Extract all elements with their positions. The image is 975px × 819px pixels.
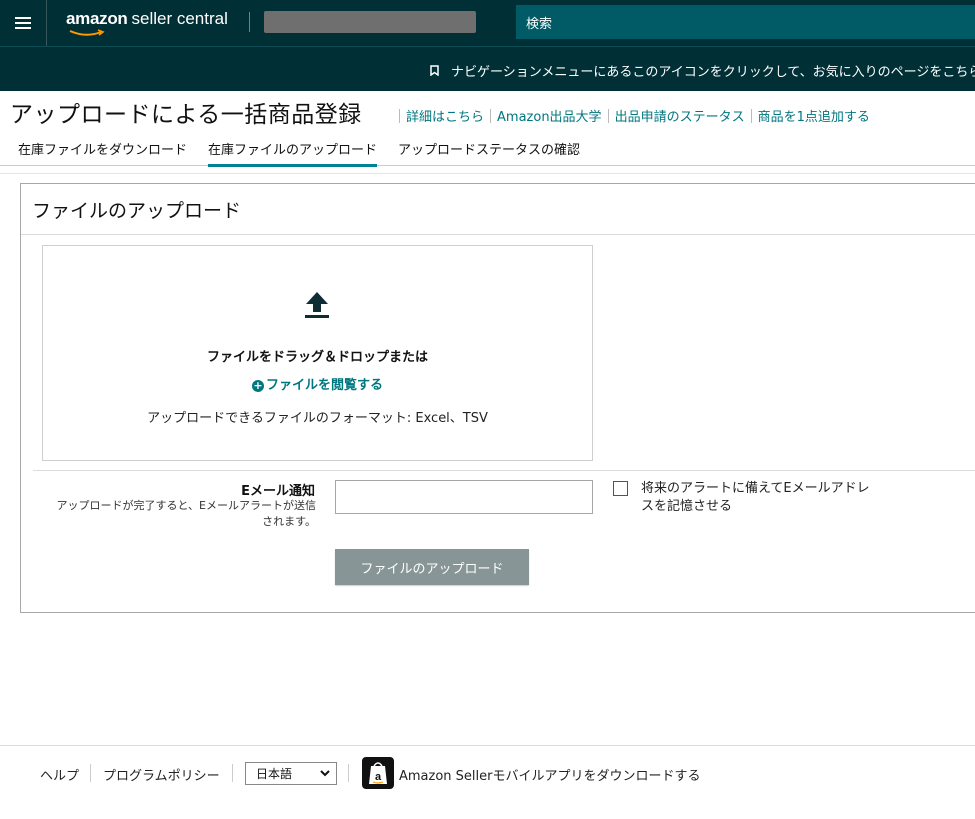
link-separator bbox=[399, 108, 400, 123]
logo-product: seller central bbox=[131, 9, 228, 28]
page-title: アップロードによる一括商品登録 bbox=[10, 102, 362, 128]
language-select[interactable]: 日本語 bbox=[245, 762, 337, 785]
email-notification-label: Eメール通知 bbox=[241, 484, 315, 499]
browse-files-label: ファイルを閲覧する bbox=[265, 378, 383, 393]
file-dropzone[interactable]: ファイルをドラッグ＆ドロップまたは + ファイルを閲覧する アップロードできるファ… bbox=[42, 245, 593, 461]
footer-separator bbox=[90, 764, 91, 782]
add-single-product-link[interactable]: 商品を1点追加する bbox=[758, 106, 870, 125]
remember-email-label: 将来のアラートに備えてEメールアドレスを記憶させる bbox=[641, 481, 870, 514]
browse-files-link[interactable]: + ファイルを閲覧する bbox=[43, 374, 592, 393]
tab-upload-inventory-file[interactable]: 在庫ファイルのアップロード bbox=[208, 139, 378, 167]
hamburger-icon bbox=[15, 17, 31, 29]
logo-divider bbox=[249, 12, 250, 32]
top-header: amazon seller central 検索 bbox=[0, 0, 975, 46]
link-separator bbox=[750, 108, 752, 123]
tab-underline bbox=[0, 173, 975, 174]
account-switcher[interactable] bbox=[264, 11, 476, 33]
logo-brand: amazon bbox=[66, 9, 128, 28]
shopping-tag-icon: a bbox=[369, 762, 387, 784]
panel-divider bbox=[21, 234, 975, 235]
help-link[interactable]: ヘルプ bbox=[40, 765, 79, 784]
navigation-notice: ナビゲーションメニューにあるこのアイコンをクリックして、お気に入りのページをこち… bbox=[0, 46, 975, 91]
remember-email-option[interactable]: 将来のアラートに備えてEメールアドレスを記憶させる bbox=[613, 480, 873, 516]
download-app-link[interactable]: Amazon Sellerモバイルアプリをダウンロードする bbox=[399, 765, 701, 784]
seller-university-link[interactable]: Amazon出品大学 bbox=[497, 106, 602, 125]
bookmark-icon bbox=[430, 65, 439, 76]
menu-button[interactable] bbox=[0, 0, 47, 46]
section-divider bbox=[33, 470, 975, 471]
selected-language: 日本語 bbox=[256, 767, 293, 781]
footer-separator bbox=[348, 764, 349, 782]
application-status-link[interactable]: 出品申請のステータス bbox=[615, 106, 745, 125]
amazon-smile-icon bbox=[69, 29, 105, 36]
notice-text: ナビゲーションメニューにあるこのアイコンをクリックして、お気に入りのページをこち… bbox=[451, 65, 975, 80]
page-footer: ヘルプ プログラムポリシー 日本語 a Amazon Sellerモバイルアプリ… bbox=[0, 745, 975, 819]
chevron-down-icon bbox=[320, 770, 330, 777]
seller-central-logo[interactable]: amazon seller central bbox=[66, 9, 228, 37]
link-separator bbox=[490, 108, 492, 123]
learn-more-link[interactable]: 詳細はこちら bbox=[406, 106, 484, 125]
email-field[interactable] bbox=[335, 480, 593, 514]
remember-email-checkbox[interactable] bbox=[613, 481, 628, 496]
tab-upload-status[interactable]: アップロードステータスの確認 bbox=[398, 139, 580, 164]
upload-file-button[interactable]: ファイルのアップロード bbox=[335, 549, 529, 585]
tab-bar: 在庫ファイルをダウンロード 在庫ファイルのアップロード アップロードステータスの… bbox=[0, 130, 975, 167]
search-placeholder: 検索 bbox=[526, 16, 553, 32]
drag-drop-text: ファイルをドラッグ＆ドロップまたは bbox=[206, 350, 428, 365]
program-policy-link[interactable]: プログラムポリシー bbox=[103, 765, 220, 784]
plus-circle-icon: + bbox=[251, 379, 264, 392]
email-notification-help: アップロードが完了すると、Eメールアラートが送信されます。 bbox=[56, 499, 316, 528]
title-links: 詳細はこちら Amazon出品大学 出品申請のステータス 商品を1点追加する bbox=[393, 106, 870, 125]
upload-arrow-icon bbox=[305, 292, 329, 318]
panel-title: ファイルのアップロード bbox=[32, 200, 242, 222]
footer-separator bbox=[232, 764, 233, 782]
svg-text:a: a bbox=[375, 771, 382, 783]
tab-download-inventory-file[interactable]: 在庫ファイルをダウンロード bbox=[18, 139, 187, 164]
search-input[interactable]: 検索 bbox=[516, 5, 975, 39]
file-upload-panel: ファイルのアップロード ファイルをドラッグ＆ドロップまたは + ファイルを閲覧する… bbox=[20, 183, 975, 613]
link-separator bbox=[607, 108, 609, 123]
amazon-app-icon[interactable]: a bbox=[362, 757, 394, 789]
supported-formats-text: アップロードできるファイルのフォーマット: Excel、TSV bbox=[147, 411, 488, 426]
